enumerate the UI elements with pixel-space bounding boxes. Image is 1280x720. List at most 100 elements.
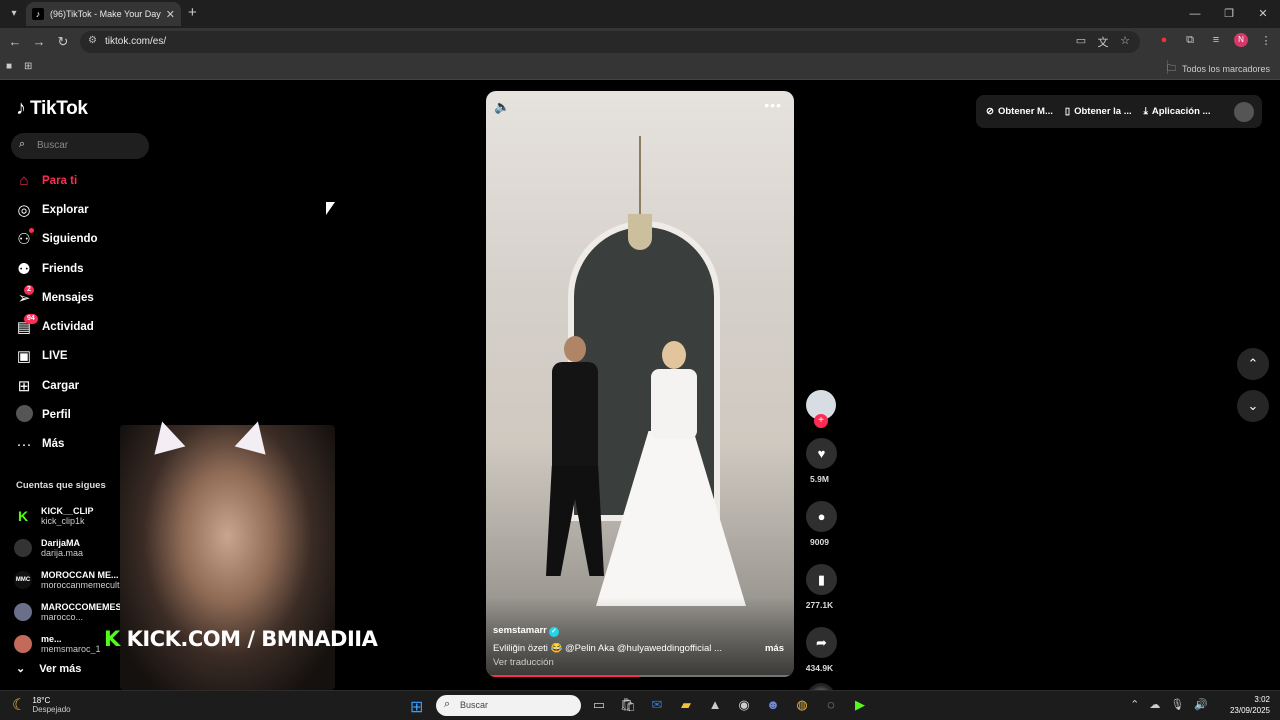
sidebar-item-label: Perfil (42, 409, 71, 422)
sidebar-item-label: Explorar (42, 203, 89, 216)
logo-text: TikTok (30, 97, 88, 119)
sidebar-item-actividad[interactable]: ▤ 94 Actividad (14, 312, 164, 341)
tray-chevron-up-icon[interactable]: ⌃ (1130, 698, 1139, 711)
share-count: 434.9K (805, 663, 834, 673)
comment-icon: ● (817, 509, 826, 524)
browser-tab[interactable]: ♪ (96)TikTok - Make Your Day ✕ (26, 2, 181, 26)
follow-plus-icon[interactable]: + (814, 414, 828, 428)
bookmark-page-icon[interactable]: ■ (6, 61, 12, 72)
sidebar-item-live[interactable]: ▣ LIVE (14, 342, 164, 371)
clock[interactable]: 3:02 23/09/2025 (1230, 694, 1270, 716)
file-explorer-icon[interactable]: ▰ (677, 696, 695, 714)
steam-icon[interactable]: ◉ (735, 696, 753, 714)
profile-avatar[interactable]: N (1234, 33, 1248, 47)
phone-icon: ▯ (1064, 106, 1071, 117)
media-control-icon[interactable]: ≡ (1208, 34, 1224, 46)
save-button[interactable]: ▮ (806, 564, 837, 595)
account-name: KICK__CLIP (41, 506, 94, 516)
search-placeholder: Buscar (37, 140, 69, 151)
back-icon[interactable]: ← (6, 33, 24, 51)
volume-icon[interactable]: 🔈 (494, 99, 510, 115)
avatar (14, 603, 32, 621)
like-button[interactable]: ♥ (806, 438, 837, 469)
windows-start-icon[interactable]: ⊞ (410, 697, 423, 717)
get-app-button[interactable]: ▯ Obtener la ... (1065, 106, 1132, 117)
sidebar-item-label: Friends (42, 262, 84, 275)
video-player[interactable]: 🔈 ••• semstamarr ✓ Evliliğin özeti 😂 @Pel… (486, 91, 794, 677)
sidebar-item-friends[interactable]: ⚉ Friends (14, 254, 164, 283)
restore-icon[interactable]: ❐ (1212, 0, 1246, 28)
search-input[interactable]: ⌕ Buscar (11, 133, 149, 159)
reload-icon[interactable]: ↻ (54, 33, 72, 51)
address-bar[interactable]: ⚙ tiktok.com/es/ ▭ 文 ☆ (80, 31, 1140, 53)
sidebar-item-label: LIVE (42, 350, 68, 363)
photos-icon[interactable]: ▲ (706, 696, 724, 714)
kick-channel-text: KICK.COM / BMNADIIA (126, 627, 378, 651)
sidebar-item-para-ti[interactable]: ⌂ Para ti (14, 166, 164, 195)
chrome-icon[interactable]: ◍ (793, 696, 811, 714)
notification-dot (29, 228, 34, 234)
clock-date: 23/09/2025 (1229, 706, 1270, 715)
tiktok-logo[interactable]: ♪ TikTok (16, 97, 88, 120)
tab-search-icon[interactable]: ▾ (6, 6, 22, 22)
next-video-button[interactable]: ⌄ (1237, 390, 1269, 422)
minimize-icon[interactable]: — (1178, 0, 1212, 28)
translate-icon[interactable]: 文 (1096, 34, 1110, 50)
tab-close-icon[interactable]: ✕ (166, 8, 175, 21)
video-author[interactable]: semstamarr ✓ (493, 625, 559, 637)
sidebar-item-label: Más (42, 438, 65, 451)
outlook-icon[interactable]: ✉ (648, 696, 666, 714)
creator-avatar[interactable]: + (806, 390, 836, 428)
user-avatar[interactable] (1234, 101, 1254, 122)
site-info-icon[interactable]: ⚙ (88, 35, 97, 46)
sidebar-item-explorar[interactable]: ◎ Explorar (14, 195, 164, 224)
comment-button[interactable]: ● (806, 501, 837, 532)
previous-video-button[interactable]: ⌃ (1237, 348, 1269, 380)
new-tab-icon[interactable]: + (188, 4, 197, 21)
browser-tab-bar: ▾ ♪ (96)TikTok - Make Your Day ✕ + — ❐ ✕ (0, 0, 1280, 28)
taskbar-search-input[interactable]: ⌕ Buscar (436, 695, 581, 716)
taskbar: ☾ 18°C Despejado ⊞ ⌕ Buscar ▭ 🛍 ✉ ▰ ▲ ◉ … (0, 690, 1280, 720)
all-bookmarks-label: Todos los marcadores (1181, 64, 1270, 74)
desktop-app-button[interactable]: ⤓ Aplicación ... (1144, 106, 1211, 117)
video-more-icon[interactable]: ••• (764, 97, 782, 113)
browser-menu-icon[interactable]: ⋮ (1258, 34, 1274, 47)
more-icon: ··· (16, 435, 32, 453)
obs-icon[interactable]: ◌ (822, 696, 840, 714)
store-icon[interactable]: 🛍 (619, 696, 637, 714)
sidebar-item-siguiendo[interactable]: ⚇ Siguiendo (14, 225, 164, 254)
sidebar-item-mensajes[interactable]: ➢ 2 Mensajes (14, 283, 164, 312)
streaming-app-icon[interactable]: ▶ (851, 696, 869, 714)
get-coins-button[interactable]: ⊘ Obtener M... (986, 106, 1053, 117)
extension-record-icon[interactable]: ● (1156, 34, 1172, 46)
bookmark-icon: ▮ (817, 572, 826, 587)
avatar (14, 635, 32, 653)
sidebar-nav: ⌂ Para ti ◎ Explorar ⚇ Siguiendo ⚉ Frien… (14, 166, 164, 459)
sidebar-item-label: Para ti (42, 174, 78, 187)
bookmarks-bar: ■ ⊞ 🗀 Todos los marcadores (0, 56, 1280, 80)
forward-icon[interactable]: → (30, 33, 48, 51)
close-window-icon[interactable]: ✕ (1246, 0, 1280, 28)
bookmark-star-icon[interactable]: ☆ (1118, 34, 1132, 50)
translate-link[interactable]: Ver traducción (493, 657, 554, 668)
all-bookmarks-button[interactable]: 🗀 Todos los marcadores (1167, 61, 1270, 77)
sidebar-item-cargar[interactable]: ⊞ Cargar (14, 371, 164, 400)
following-header: Cuentas que sigues (16, 480, 106, 491)
author-name: semstamarr (493, 625, 547, 636)
verified-icon: ✓ (548, 627, 559, 637)
weather-widget[interactable]: ☾ 18°C Despejado (12, 695, 71, 715)
extensions-icon[interactable]: ⧉ (1182, 34, 1198, 47)
apps-grid-icon[interactable]: ⊞ (24, 61, 32, 72)
cloud-icon[interactable]: ☁ (1149, 698, 1160, 711)
address-bar-actions: ▭ 文 ☆ (1074, 34, 1132, 50)
speaker-icon[interactable]: 🔊 (1194, 698, 1208, 711)
see-more-button[interactable]: ⌄ Ver más (16, 662, 81, 676)
account-name: MAROCCOMEMES (41, 602, 122, 612)
discord-icon[interactable]: ☻ (764, 696, 782, 714)
caption-more-button[interactable]: más (765, 643, 784, 654)
task-view-icon[interactable]: ▭ (590, 696, 608, 714)
video-progress-bar[interactable] (486, 675, 794, 677)
mic-icon[interactable]: 🎙 (1170, 698, 1184, 711)
share-button[interactable]: ➦ (806, 627, 837, 658)
cast-icon[interactable]: ▭ (1074, 34, 1088, 50)
